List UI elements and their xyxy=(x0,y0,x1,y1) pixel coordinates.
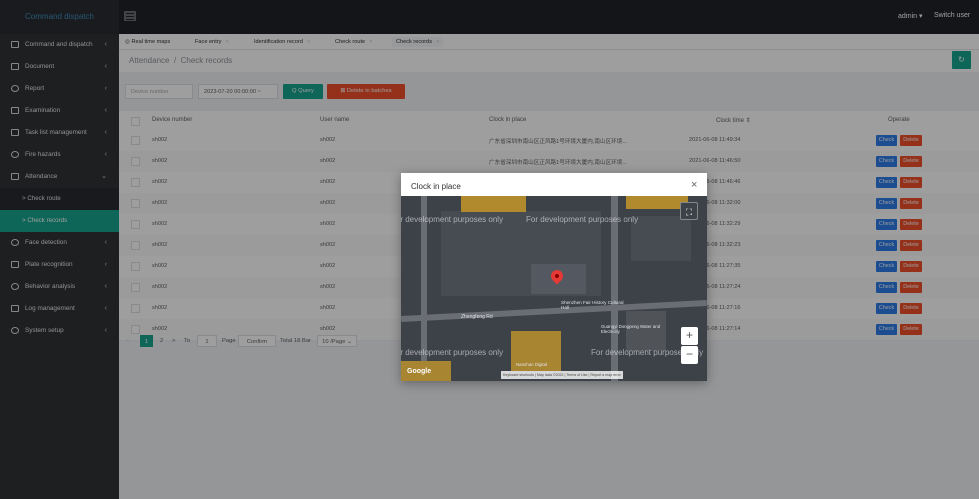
fullscreen-icon[interactable]: ⛶ xyxy=(680,202,698,220)
dialog-title: Clock in place xyxy=(411,182,461,191)
zoom-in-button[interactable]: + xyxy=(681,327,698,345)
clock-in-place-dialog: Clock in place × For development purpose… xyxy=(401,173,707,381)
map-label: Zhengfeng Rd xyxy=(461,314,493,320)
map-watermark: For development purposes only xyxy=(401,348,504,357)
map-watermark: For development purposes only xyxy=(526,215,639,224)
map-attribution[interactable]: Keyboard shortcuts | Map data ©2022 | Te… xyxy=(501,371,623,379)
map-label: Shenzhen Fair History Cultural Hall xyxy=(561,300,624,310)
map-watermark: For development purposes only xyxy=(401,215,504,224)
google-logo: Google xyxy=(407,368,432,375)
map-label: Guangyi Dongpeng Water and Electricity xyxy=(601,324,661,334)
close-icon[interactable]: × xyxy=(691,179,697,191)
map-label: Nanshan Digital xyxy=(516,362,547,367)
map-view[interactable]: For development purposes only For develo… xyxy=(401,196,707,381)
zoom-out-button[interactable]: − xyxy=(681,346,698,364)
